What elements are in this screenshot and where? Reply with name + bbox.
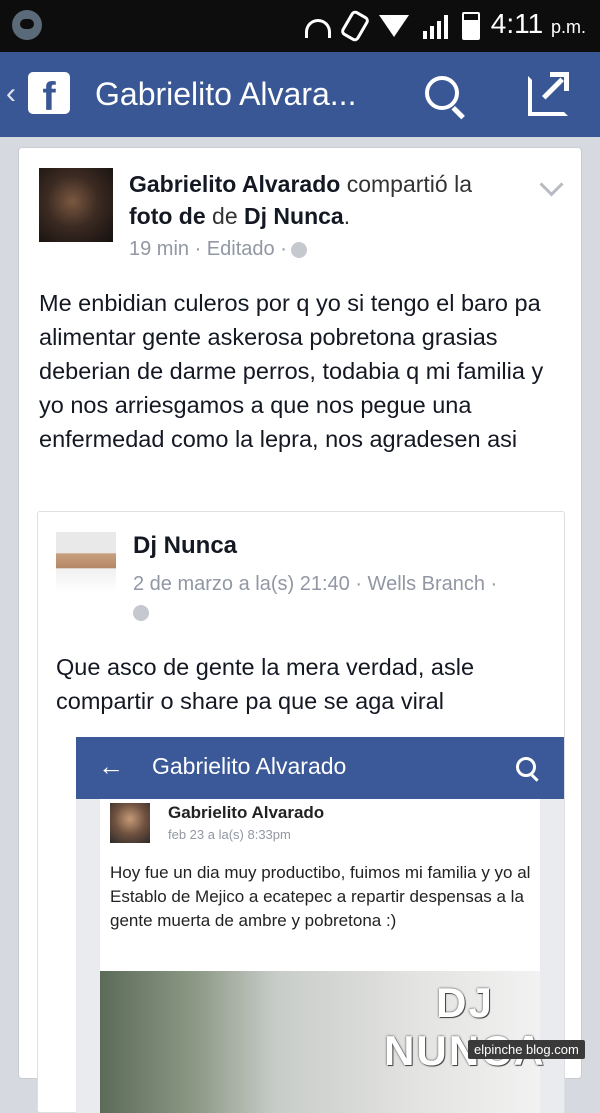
post-timestamp[interactable]: 19 min · Editado · [129,238,307,261]
post-object-suffix: . [343,203,351,229]
messenger-icon [12,10,42,40]
share-icon[interactable] [528,72,569,116]
screenshot-meta: feb 23 a la(s) 8:33pm [168,827,291,842]
status-bar: 4:11 p.m. [0,0,600,52]
shared-post-body: Que asco de gente la mera verdad, asle c… [56,654,475,714]
watermark: elpinche blog.com [468,1040,585,1059]
screenshot-title: Gabrielito Alvarado [152,753,347,779]
clock: 4:11 p.m. [490,8,586,39]
arrow-left-icon: ← [98,751,124,781]
screenshot-body: Hoy fue un dia muy productibo, fuimos mi… [110,863,531,930]
post-action: compartió la [346,171,472,197]
facebook-logo-icon[interactable]: f [28,72,70,114]
signal-icon [423,13,448,39]
chevron-down-icon[interactable] [539,172,564,197]
shared-author-link[interactable]: Dj Nunca [244,203,344,229]
battery-icon [462,12,480,40]
screenshot-post: Gabrielito Alvarado feb 23 a la(s) 8:33p… [100,799,544,1113]
avatar [110,803,150,843]
rotation-icon [339,8,371,44]
author-link[interactable]: Gabrielito Alvarado [129,171,340,197]
shared-post[interactable]: Dj Nunca 2 de marzo a la(s) 21:40 · Well… [37,511,565,1113]
shared-post-meta[interactable]: 2 de marzo a la(s) 21:40 · Wells Branch … [133,570,553,626]
wifi-icon [379,15,409,37]
globe-icon [290,241,307,258]
page-title: Gabrielito Alvara... [95,76,357,112]
search-icon [516,757,536,777]
screenshot-author: Gabrielito Alvarado [168,803,325,822]
search-icon[interactable] [425,76,459,110]
post-object-prefix[interactable]: foto de [129,203,206,229]
post-body: Me enbidian culeros por q yo si tengo el… [39,290,544,452]
shared-author-name[interactable]: Dj Nunca [133,532,237,560]
post-meta-text: 19 min · Editado · [129,238,287,260]
status-icons [305,8,480,44]
globe-icon [133,604,149,621]
avatar[interactable] [56,532,116,592]
avatar[interactable] [39,168,113,242]
post-card: Gabrielito Alvarado compartió la foto de… [18,147,582,1113]
headset-icon [305,18,331,38]
back-chevron-icon[interactable]: ‹ [6,77,16,111]
post-header: Gabrielito Alvarado compartió la foto de… [129,168,529,232]
app-header: ‹ f Gabrielito Alvara... [0,52,600,137]
shared-meta-text: 2 de marzo a la(s) 21:40 · Wells Branch … [133,573,498,595]
post-object-connector: de [212,203,238,229]
screenshot-header: ← Gabrielito Alvarado [76,737,564,799]
